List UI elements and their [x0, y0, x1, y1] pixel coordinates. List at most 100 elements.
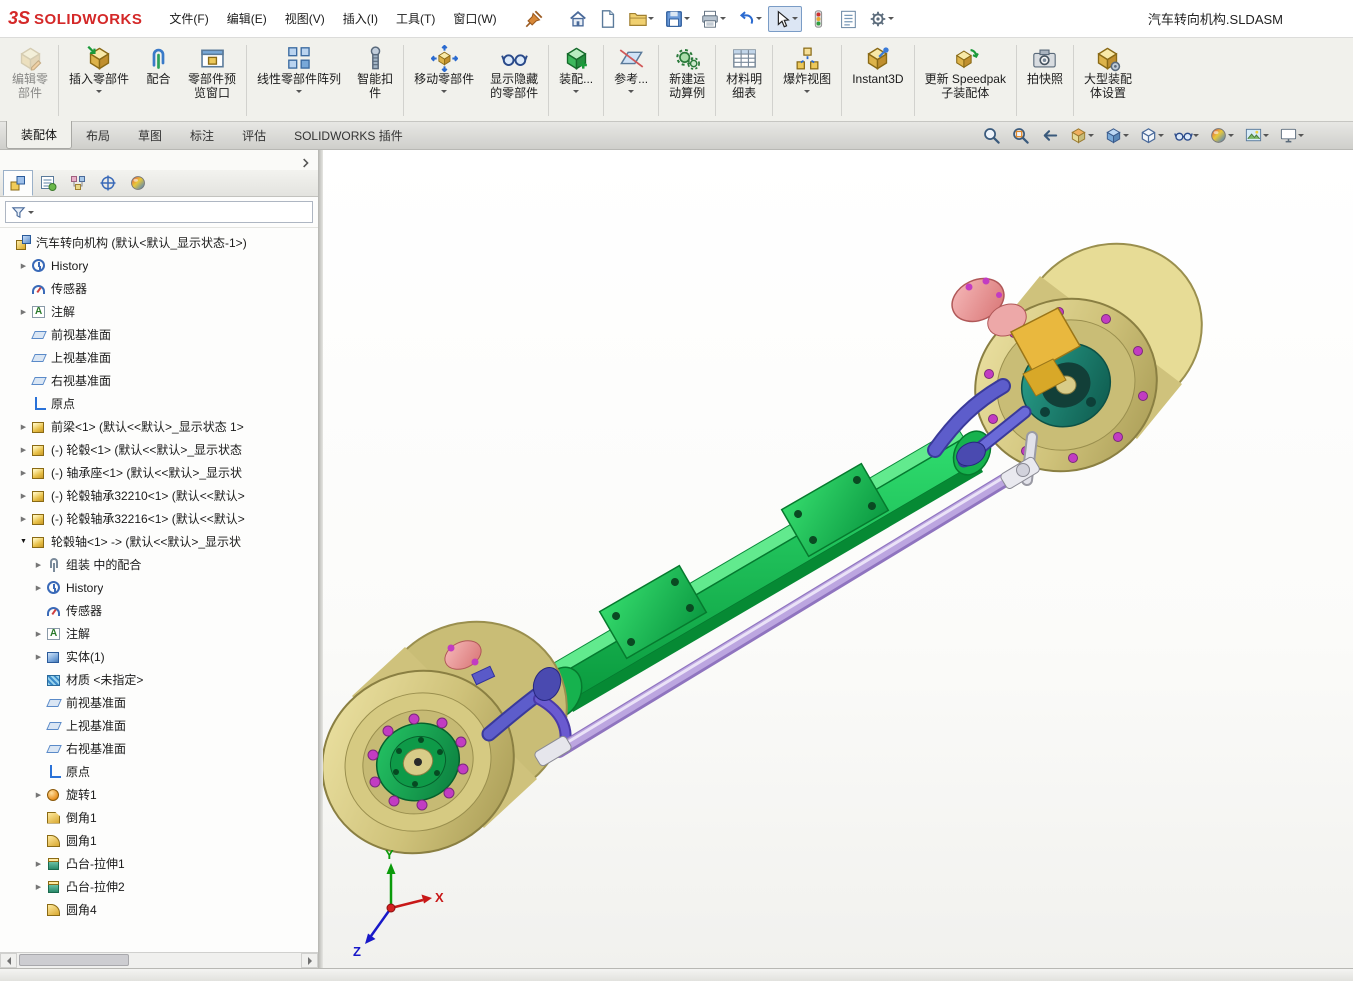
tree-item[interactable]: 右视基准面 — [0, 737, 318, 760]
commandmanager-tab[interactable]: 评估 — [228, 122, 280, 149]
tree-item[interactable]: 右视基准面 — [0, 369, 318, 392]
snapshot-button[interactable]: 拍快照 — [1019, 41, 1071, 120]
commandmanager-tab[interactable]: SOLIDWORKS 插件 — [280, 122, 417, 149]
bom-button[interactable]: 材料明 细表 — [718, 41, 770, 120]
expand-arrow-icon[interactable]: ▶ — [17, 308, 30, 316]
home-button[interactable] — [564, 6, 592, 32]
tree-item[interactable]: ▶ 注解 — [0, 622, 318, 645]
menu-item[interactable]: 插入(I) — [334, 5, 387, 32]
component-preview-button[interactable]: 零部件预 览窗口 — [180, 41, 244, 120]
print-button[interactable] — [696, 6, 730, 32]
rebuild-button[interactable] — [804, 6, 832, 32]
zoom-fit-button[interactable] — [979, 124, 1004, 147]
axle-beam[interactable] — [530, 425, 998, 727]
displaymanager-tab[interactable] — [123, 170, 153, 196]
tree-item[interactable]: ▼ 轮毂轴<1> -> (默认<<默认>_显示状 — [0, 530, 318, 553]
tie-rod[interactable] — [533, 431, 1040, 767]
tree-item[interactable]: 原点 — [0, 760, 318, 783]
expand-arrow-icon[interactable]: ▶ — [17, 446, 30, 454]
panel-collapse-button[interactable] — [297, 153, 315, 173]
tree-item[interactable]: 前视基准面 — [0, 323, 318, 346]
hide-show-items-button[interactable] — [1171, 124, 1202, 147]
commandmanager-tab[interactable]: 装配体 — [6, 121, 73, 149]
instant3d-button[interactable]: Instant3D — [844, 41, 911, 120]
new-document-button[interactable] — [594, 6, 622, 32]
propertymanager-tab[interactable] — [33, 170, 63, 196]
tree-item[interactable]: 上视基准面 — [0, 346, 318, 369]
exploded-view-button[interactable]: 爆炸视图 — [775, 41, 839, 120]
tree-item[interactable]: 前视基准面 — [0, 691, 318, 714]
featuremanager-tab[interactable] — [3, 170, 33, 196]
assembly-features-button[interactable]: 装配... — [551, 41, 601, 120]
3d-model[interactable]: Y X Z — [323, 150, 1353, 968]
previous-view-button[interactable] — [1037, 124, 1062, 147]
tree-item[interactable]: 圆角1 — [0, 829, 318, 852]
tree-item[interactable]: ▶ 前梁<1> (默认<<默认>_显示状态 1> — [0, 415, 318, 438]
expand-arrow-icon[interactable]: ▶ — [32, 584, 45, 592]
tree-item[interactable]: ▶ History — [0, 254, 318, 277]
mate-button[interactable]: 配合 — [137, 41, 180, 120]
tree-item[interactable]: ▶ History — [0, 576, 318, 599]
scroll-left-button[interactable] — [0, 953, 17, 968]
move-component-button[interactable]: 移动零部件 — [406, 41, 482, 120]
apply-scene-button[interactable] — [1241, 124, 1272, 147]
zoom-area-button[interactable] — [1008, 124, 1033, 147]
tree-item[interactable]: ▶ 旋转1 — [0, 783, 318, 806]
save-button[interactable] — [660, 6, 694, 32]
expand-arrow-icon[interactable]: ▶ — [32, 860, 45, 868]
undo-button[interactable] — [732, 6, 766, 32]
scrollbar-thumb[interactable] — [19, 954, 129, 966]
expand-arrow-icon[interactable]: ▶ — [17, 515, 30, 523]
menu-item[interactable]: 工具(T) — [387, 5, 444, 32]
filter-dropdown-caret-icon[interactable] — [28, 210, 34, 217]
commandmanager-tab[interactable]: 草图 — [124, 122, 176, 149]
expand-arrow-icon[interactable]: ▶ — [32, 561, 45, 569]
view-settings-button[interactable] — [1276, 124, 1307, 147]
section-view-button[interactable] — [1066, 124, 1097, 147]
tree-item[interactable]: 材质 <未指定> — [0, 668, 318, 691]
speedpak-button[interactable]: 更新 Speedpak 子装配体 — [917, 41, 1014, 120]
pin-button[interactable] — [520, 6, 548, 32]
tree-item[interactable]: 传感器 — [0, 599, 318, 622]
menu-item[interactable]: 视图(V) — [276, 5, 334, 32]
expand-arrow-icon[interactable]: ▶ — [17, 492, 30, 500]
expand-arrow-icon[interactable]: ▼ — [17, 538, 30, 545]
expand-arrow-icon[interactable]: ▶ — [32, 653, 45, 661]
reference-geometry-button[interactable]: 参考... — [606, 41, 656, 120]
graphics-viewport[interactable]: Y X Z — [323, 150, 1353, 968]
select-cursor-button[interactable] — [767, 5, 802, 32]
insert-component-button[interactable]: 插入零部件 — [61, 41, 137, 120]
display-style-button[interactable] — [1136, 124, 1167, 147]
tree-item[interactable]: ▶ (-) 轮毂轴承32210<1> (默认<<默认> — [0, 484, 318, 507]
expand-arrow-icon[interactable]: ▶ — [17, 262, 30, 270]
commandmanager-tab[interactable]: 布局 — [72, 122, 124, 149]
tree-item[interactable]: 倒角1 — [0, 806, 318, 829]
tree-filter-input[interactable] — [5, 201, 313, 223]
settings-button[interactable] — [864, 6, 898, 32]
expand-arrow-icon[interactable]: ▶ — [32, 630, 45, 638]
expand-arrow-icon[interactable]: ▶ — [17, 423, 30, 431]
tree-item[interactable]: ▶ 凸台-拉伸2 — [0, 875, 318, 898]
edit-appearance-button[interactable] — [1206, 124, 1237, 147]
tree-item[interactable]: ▶ 凸台-拉伸1 — [0, 852, 318, 875]
tree-item[interactable]: 汽车转向机构 (默认<默认_显示状态-1>) — [0, 231, 318, 254]
tree-item[interactable]: ▶ 注解 — [0, 300, 318, 323]
dimxpertmanager-tab[interactable] — [93, 170, 123, 196]
expand-arrow-icon[interactable]: ▶ — [32, 883, 45, 891]
tree-item[interactable]: 传感器 — [0, 277, 318, 300]
tree-item[interactable]: ▶ (-) 轮毂轴承32216<1> (默认<<默认> — [0, 507, 318, 530]
show-hidden-button[interactable]: 显示隐藏 的零部件 — [482, 41, 546, 120]
expand-arrow-icon[interactable]: ▶ — [32, 791, 45, 799]
commandmanager-tab[interactable]: 标注 — [176, 122, 228, 149]
smart-fasteners-button[interactable]: 智能扣 件 — [349, 41, 401, 120]
tree-item[interactable]: ▶ 实体(1) — [0, 645, 318, 668]
tree-item[interactable]: ▶ (-) 轴承座<1> (默认<<默认>_显示状 — [0, 461, 318, 484]
tree-horizontal-scrollbar[interactable] — [0, 952, 318, 968]
large-assembly-button[interactable]: 大型装配 体设置 — [1076, 41, 1140, 120]
menu-item[interactable]: 文件(F) — [160, 5, 217, 32]
scrollbar-track[interactable] — [17, 953, 301, 968]
wheel-drum-left[interactable] — [323, 590, 597, 884]
tree-item[interactable]: 上视基准面 — [0, 714, 318, 737]
tree-item[interactable]: ▶ (-) 轮毂<1> (默认<<默认>_显示状态 — [0, 438, 318, 461]
configurationmanager-tab[interactable] — [63, 170, 93, 196]
